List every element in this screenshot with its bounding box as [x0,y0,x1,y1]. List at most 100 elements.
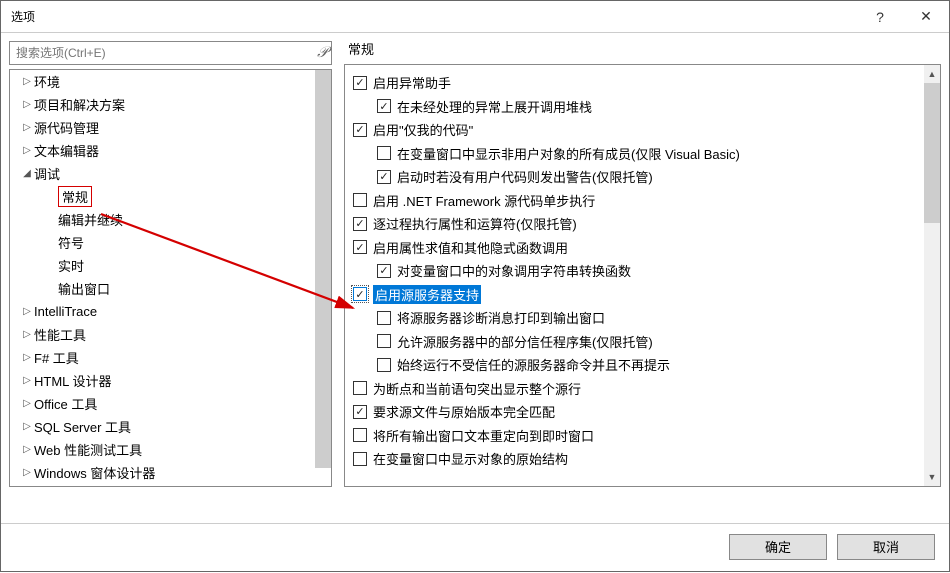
tree-scroll[interactable]: ▷环境▷项目和解决方案▷源代码管理▷文本编辑器◢调试常规编辑并继续符号实时输出窗… [10,70,331,486]
option-row[interactable]: ✓启用异常助手 [349,71,936,95]
option-label: 要求源文件与原始版本完全匹配 [373,402,555,421]
expander-icon[interactable]: ▷ [20,329,34,340]
expander-icon[interactable]: ◢ [20,168,34,179]
cancel-button[interactable]: 取消 [837,534,935,560]
tree-scrollbar-thumb[interactable] [315,70,331,468]
search-icon[interactable]: 𝒫 [317,44,328,62]
options-inner[interactable]: ✓启用异常助手✓在未经处理的异常上展开调用堆栈✓启用"仅我的代码"在变量窗口中显… [345,65,940,486]
option-label: 在未经处理的异常上展开调用堆栈 [397,97,592,116]
checkbox[interactable] [353,428,367,442]
checkbox[interactable]: ✓ [377,170,391,184]
option-label: 始终运行不受信任的源服务器命令并且不再提示 [397,355,670,374]
tree-item-label: Windows 窗体设计器 [34,463,155,482]
tree-item[interactable]: ▷包管理器 [10,484,331,486]
checkbox[interactable] [377,311,391,325]
tree-item[interactable]: 实时 [10,254,331,277]
option-row[interactable]: ✓启用源服务器支持 [349,283,936,307]
option-row[interactable]: ✓逐过程执行属性和运算符(仅限托管) [349,212,936,236]
expander-icon[interactable]: ▷ [20,352,34,363]
tree-item[interactable]: ▷源代码管理 [10,116,331,139]
checkbox[interactable] [377,334,391,348]
checkbox[interactable]: ✓ [353,217,367,231]
options-scrollbar-thumb[interactable] [924,83,940,223]
option-row[interactable]: 启用 .NET Framework 源代码单步执行 [349,189,936,213]
option-label: 启动时若没有用户代码则发出警告(仅限托管) [397,167,653,186]
tree-item-label: IntelliTrace [34,304,97,319]
tree-item-label: HTML 设计器 [34,371,112,390]
tree-item-label: 常规 [58,186,92,207]
tree-item[interactable]: 输出窗口 [10,277,331,300]
option-label: 将所有输出窗口文本重定向到即时窗口 [373,426,594,445]
checkbox[interactable]: ✓ [353,287,367,301]
option-row[interactable]: ✓ 启用属性求值和其他隐式函数调用 [349,236,936,260]
tree-item[interactable]: ▷环境 [10,70,331,93]
checkbox[interactable] [377,358,391,372]
options-scrollbar[interactable]: ▲ ▼ [924,65,940,486]
ok-button[interactable]: 确定 [729,534,827,560]
expander-icon[interactable]: ▷ [20,99,34,110]
expander-icon[interactable]: ▷ [20,76,34,87]
tree-item-label: 符号 [58,233,84,252]
window-title: 选项 [11,8,857,25]
expander-icon[interactable]: ▷ [20,306,34,317]
expander-icon[interactable]: ▷ [20,467,34,478]
tree-item[interactable]: ▷Windows 窗体设计器 [10,461,331,484]
search-input[interactable] [9,41,332,65]
tree-item-label: 输出窗口 [58,279,110,298]
tree-item[interactable]: 符号 [10,231,331,254]
checkbox[interactable] [353,193,367,207]
option-row[interactable]: 在变量窗口中显示非用户对象的所有成员(仅限 Visual Basic) [349,142,936,166]
tree-item[interactable]: ▷SQL Server 工具 [10,415,331,438]
checkbox[interactable] [353,452,367,466]
expander-icon[interactable]: ▷ [20,421,34,432]
checkbox[interactable]: ✓ [353,123,367,137]
option-label: 启用"仅我的代码" [373,120,473,139]
options-group-title: 常规 [344,35,941,64]
option-row[interactable]: ✓ 要求源文件与原始版本完全匹配 [349,400,936,424]
tree-item[interactable]: ▷Web 性能测试工具 [10,438,331,461]
option-label: 启用属性求值和其他隐式函数调用 [373,238,568,257]
tree-item-label: 实时 [58,256,84,275]
option-label: 将源服务器诊断消息打印到输出窗口 [397,308,605,327]
option-row[interactable]: ✓ 启动时若没有用户代码则发出警告(仅限托管) [349,165,936,189]
tree-item[interactable]: ▷F# 工具 [10,346,331,369]
option-row[interactable]: 在变量窗口中显示对象的原始结构 [349,447,936,471]
checkbox[interactable]: ✓ [353,76,367,90]
tree-item[interactable]: ▷性能工具 [10,323,331,346]
scroll-down-icon[interactable]: ▼ [924,468,940,486]
tree-item[interactable]: ▷文本编辑器 [10,139,331,162]
tree-item[interactable]: 编辑并继续 [10,208,331,231]
close-button[interactable]: ✕ [903,1,949,32]
option-row[interactable]: 始终运行不受信任的源服务器命令并且不再提示 [349,353,936,377]
expander-icon[interactable]: ▷ [20,375,34,386]
expander-icon[interactable]: ▷ [20,122,34,133]
checkbox[interactable]: ✓ [377,264,391,278]
option-row[interactable]: 允许源服务器中的部分信任程序集(仅限托管) [349,330,936,354]
expander-icon[interactable]: ▷ [20,145,34,156]
titlebar: 选项 ? ✕ [1,1,949,33]
option-row[interactable]: ✓ 在未经处理的异常上展开调用堆栈 [349,95,936,119]
content: 𝒫 ▷环境▷项目和解决方案▷源代码管理▷文本编辑器◢调试常规编辑并继续符号实时输… [1,33,949,491]
tree-item[interactable]: ▷Office 工具 [10,392,331,415]
help-button[interactable]: ? [857,1,903,32]
option-label: 为断点和当前语句突出显示整个源行 [373,379,581,398]
checkbox[interactable]: ✓ [353,240,367,254]
option-row[interactable]: 为断点和当前语句突出显示整个源行 [349,377,936,401]
tree-item[interactable]: 常规 [10,185,331,208]
tree-item[interactable]: ▷项目和解决方案 [10,93,331,116]
option-row[interactable]: 将所有输出窗口文本重定向到即时窗口 [349,424,936,448]
checkbox[interactable]: ✓ [377,99,391,113]
option-label: 在变量窗口中显示对象的原始结构 [373,449,568,468]
tree-item[interactable]: ◢调试 [10,162,331,185]
checkbox[interactable]: ✓ [353,405,367,419]
expander-icon[interactable]: ▷ [20,444,34,455]
option-row[interactable]: 将源服务器诊断消息打印到输出窗口 [349,306,936,330]
scroll-up-icon[interactable]: ▲ [924,65,940,83]
expander-icon[interactable]: ▷ [20,398,34,409]
option-row[interactable]: ✓对变量窗口中的对象调用字符串转换函数 [349,259,936,283]
tree-item[interactable]: ▷HTML 设计器 [10,369,331,392]
checkbox[interactable] [353,381,367,395]
checkbox[interactable] [377,146,391,160]
tree-item[interactable]: ▷IntelliTrace [10,300,331,323]
option-row[interactable]: ✓ 启用"仅我的代码" [349,118,936,142]
